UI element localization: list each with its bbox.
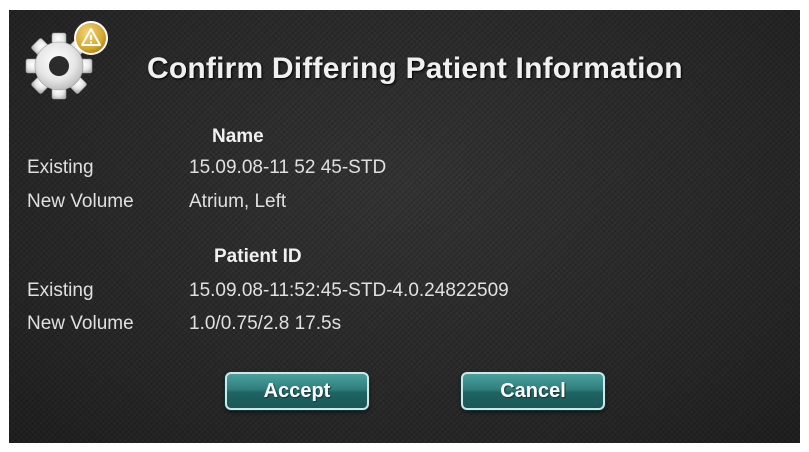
patient-id-new-volume-label: New Volume (27, 313, 134, 334)
patient-id-existing-value: 15.09.08-11:52:45-STD-4.0.24822509 (189, 280, 509, 301)
confirm-dialog: Confirm Differing Patient Information Na… (9, 10, 800, 443)
name-heading: Name (212, 126, 264, 147)
patient-id-new-volume-value: 1.0/0.75/2.8 17.5s (189, 313, 342, 334)
name-existing-label: Existing (27, 157, 94, 178)
name-new-volume-value: Atrium, Left (189, 191, 287, 212)
name-existing-value: 15.09.08-11 52 45-STD (189, 157, 387, 178)
name-new-volume-label: New Volume (27, 191, 134, 212)
gear-warning-icon (25, 21, 108, 100)
patient-id-existing-label: Existing (27, 280, 94, 301)
patient-id-heading: Patient ID (214, 246, 302, 267)
accept-button[interactable]: Accept (225, 372, 369, 410)
dialog-title: Confirm Differing Patient Information (147, 52, 683, 85)
cancel-button[interactable]: Cancel (461, 372, 605, 410)
